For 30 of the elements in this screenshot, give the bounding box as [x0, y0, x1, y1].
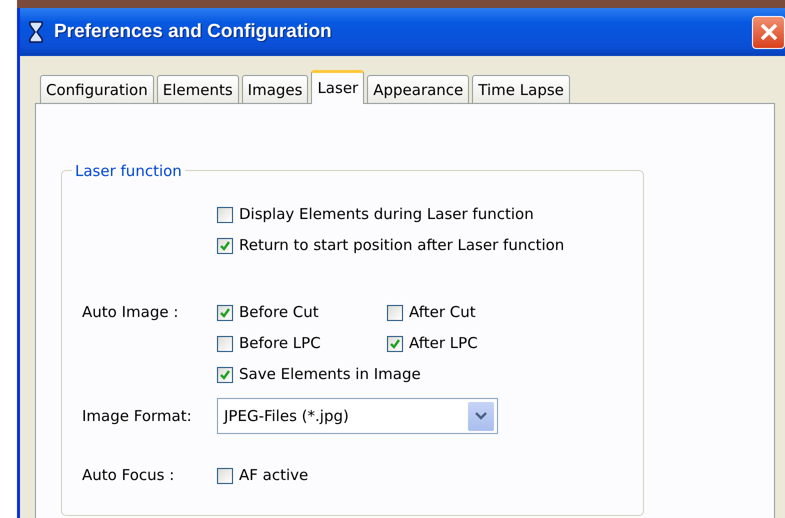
checkbox[interactable]	[217, 304, 233, 320]
format-dropdown[interactable]: JPEG-Files (*.jpg)	[217, 398, 498, 434]
checkbox-label: After LPC	[409, 333, 478, 354]
field-label: Auto Focus :	[82, 466, 174, 484]
field-label: Auto Image :	[82, 303, 178, 322]
hourglass-icon	[28, 21, 44, 43]
checkbox[interactable]	[217, 206, 233, 222]
checkbox[interactable]	[387, 336, 403, 352]
checkbox[interactable]	[217, 468, 233, 484]
checkbox-label: Save Elements in Image	[239, 364, 421, 386]
tab[interactable]: Configuration	[40, 75, 154, 103]
close-icon	[758, 22, 778, 42]
field-label: Image Format:	[82, 406, 192, 425]
checkbox-label: Before Cut	[239, 302, 319, 324]
checkbox[interactable]	[217, 336, 233, 352]
checkbox[interactable]	[217, 366, 233, 382]
checkbox-label: Before LPC	[239, 333, 321, 354]
checkbox-label: AF active	[239, 465, 308, 486]
checkbox-label: After Cut	[409, 302, 476, 324]
checkbox[interactable]	[387, 304, 403, 320]
tab[interactable]: Time Lapse	[472, 75, 570, 103]
tab[interactable]: Appearance	[367, 75, 470, 103]
checkbox-label: Display Elements during Laser function	[239, 204, 534, 226]
window-title: Preferences and Configuration	[54, 20, 332, 44]
checkbox-label: Return to start position after Laser function	[239, 235, 564, 256]
tab[interactable]: Elements	[156, 75, 239, 103]
tab[interactable]: Images	[242, 75, 308, 103]
tab[interactable]: Laser	[311, 70, 364, 104]
close-button[interactable]	[752, 16, 785, 48]
checkbox[interactable]	[217, 238, 233, 254]
